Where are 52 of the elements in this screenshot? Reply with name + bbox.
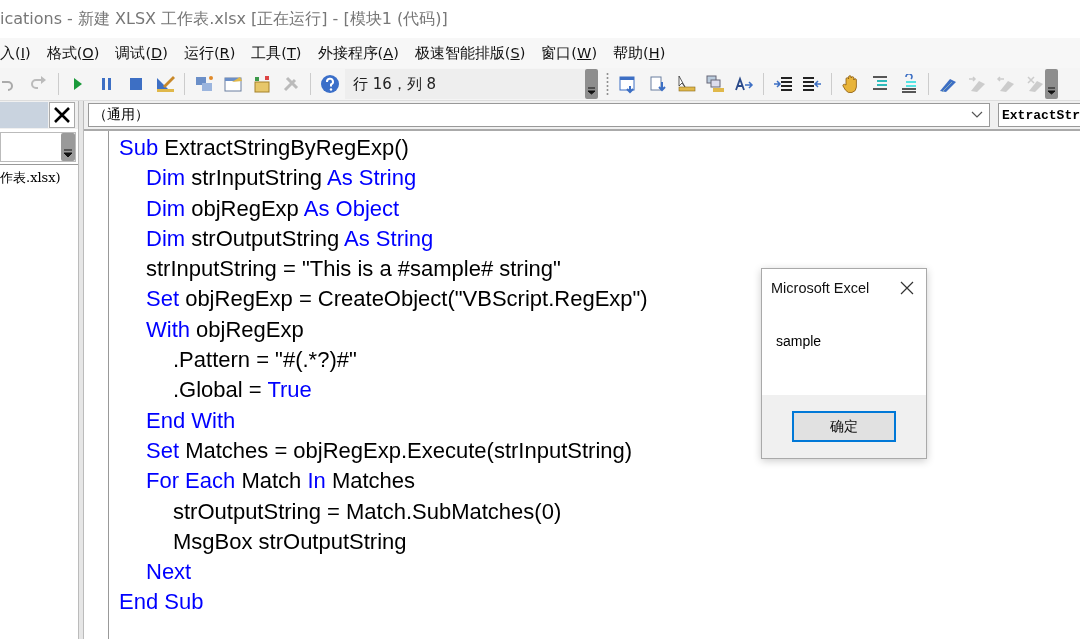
outdent-icon[interactable] xyxy=(802,74,822,94)
code-line: End With xyxy=(146,407,236,433)
procedure-dropdown[interactable]: ExtractStr xyxy=(998,103,1080,127)
menu-item[interactable]: 窗口(W) xyxy=(541,43,598,63)
object-dropdown[interactable]: （通用） xyxy=(88,103,990,127)
object-browser-icon[interactable] xyxy=(252,74,272,94)
code-window-icon[interactable] xyxy=(618,74,638,94)
dialog-message: sample xyxy=(776,333,822,349)
menu-item[interactable]: 极速智能排版(S) xyxy=(414,43,526,63)
help-icon[interactable] xyxy=(320,74,340,94)
code-line: strOutputString = Match.SubMatches(0) xyxy=(173,498,562,524)
toolbar-handle-icon[interactable] xyxy=(606,72,609,96)
window-title: ications - 新建 XLSX 工作表.xlsx [正在运行] - [模块1 (代码)] xyxy=(0,8,448,30)
code-line: Dim strOutputString As String xyxy=(146,225,434,251)
code-line: .Global = True xyxy=(173,377,312,403)
panel-titlebar xyxy=(0,102,48,128)
menu-item[interactable]: 调试(D) xyxy=(115,43,168,63)
dialog-title: Microsoft Excel xyxy=(771,280,870,296)
menu-item[interactable]: 外接程序(A) xyxy=(317,43,399,63)
menu-item[interactable]: 入(I) xyxy=(0,43,31,63)
properties-icon[interactable] xyxy=(223,74,243,94)
menu-item[interactable]: 格式(O) xyxy=(46,43,100,63)
close-icon[interactable] xyxy=(900,281,914,295)
tree-item[interactable]: 作表.xlsx) xyxy=(0,169,78,187)
ok-button[interactable]: 确定 xyxy=(792,411,896,442)
code-line: Dim objRegExp As Object xyxy=(146,195,400,221)
code-line: .Pattern = "#(.*?)#" xyxy=(173,347,357,373)
windows-ruler-icon[interactable] xyxy=(705,74,725,94)
code-line: Set objRegExp = CreateObject("VBScript.RegExp") xyxy=(146,286,648,312)
project-icon[interactable] xyxy=(194,74,214,94)
code-line: For Each Match In Matches xyxy=(146,468,416,494)
code-line: With objRegExp xyxy=(146,316,304,342)
code-line: End Sub xyxy=(119,589,204,615)
menu-item[interactable]: 工具(T) xyxy=(251,43,302,63)
code-line: Next xyxy=(146,559,192,585)
code-line: Set Matches = objRegExp.Execute(strInputString) xyxy=(146,437,633,463)
close-icon[interactable] xyxy=(49,102,75,128)
code-line: strInputString = "This is a #sample# string" xyxy=(146,256,561,282)
list-down-icon[interactable] xyxy=(647,74,667,94)
chevron-down-icon[interactable] xyxy=(971,111,983,119)
toolbar-options-icon[interactable] xyxy=(1045,69,1058,99)
cursor-ruler-icon[interactable] xyxy=(676,74,696,94)
code-line: Sub ExtractStringByRegExp() xyxy=(119,135,409,160)
ruler-pencil-icon[interactable] xyxy=(155,74,175,94)
code-line: Dim strInputString As String xyxy=(146,165,417,191)
code-line: MsgBox strOutputString xyxy=(173,528,407,554)
menu-item[interactable]: 帮助(H) xyxy=(613,43,666,63)
toolbar-options-icon[interactable] xyxy=(585,69,598,99)
cursor-position-field: 行 16，列 8 xyxy=(345,69,585,99)
menu-item[interactable]: 运行(R) xyxy=(183,43,236,63)
uncomment-lines-icon[interactable] xyxy=(899,74,919,94)
indent-icon[interactable] xyxy=(773,74,793,94)
